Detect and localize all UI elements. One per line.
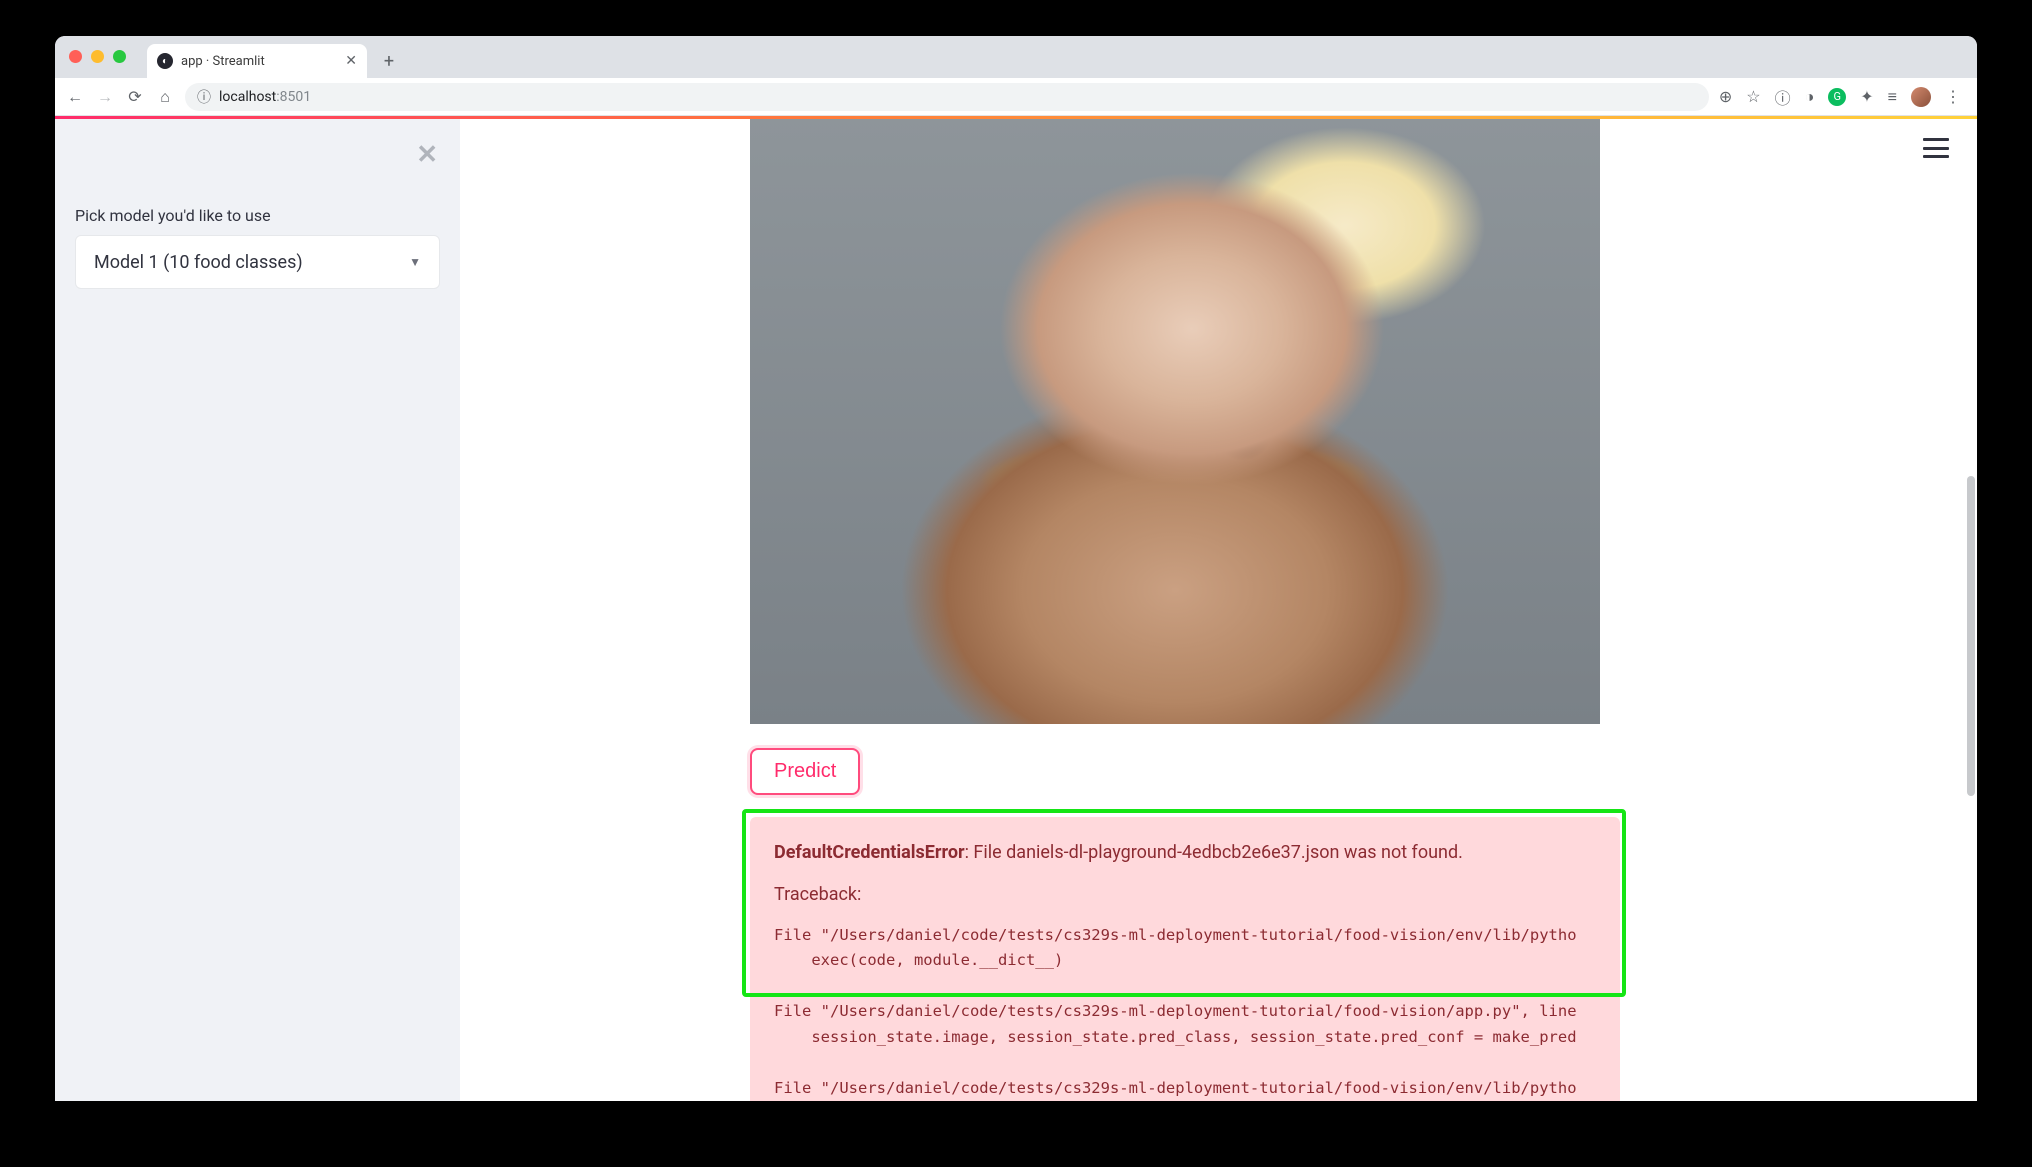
profile-avatar[interactable] — [1911, 87, 1931, 107]
browser-tab[interactable]: ◐ app · Streamlit ✕ — [147, 44, 367, 78]
browser-tabbar: ◐ app · Streamlit ✕ + — [55, 36, 1977, 78]
url-host: localhost — [219, 89, 276, 105]
streamlit-app: ✕ Pick model you'd like to use Model 1 (… — [55, 116, 1977, 1101]
window-controls — [69, 50, 126, 63]
home-button[interactable]: ⌂ — [155, 87, 175, 107]
predict-button[interactable]: Predict — [750, 748, 860, 795]
content-column: Predict DefaultCredentialsError: File da… — [750, 116, 1600, 1101]
tab-favicon-icon: ◐ — [157, 53, 173, 69]
traceback-line: exec(code, module.__dict__) — [774, 951, 1063, 969]
bookmark-icon[interactable]: ☆ — [1746, 87, 1760, 106]
zoom-icon[interactable]: ⊕ — [1719, 87, 1732, 106]
error-message: : File daniels-dl-playground-4edbcb2e6e3… — [965, 842, 1463, 863]
uploaded-image — [750, 116, 1600, 724]
streamlit-menu-icon[interactable] — [1923, 138, 1949, 158]
forward-button: → — [95, 87, 115, 107]
url-port: :8501 — [276, 89, 311, 105]
back-button[interactable]: ← — [65, 87, 85, 107]
traceback-label: Traceback: — [774, 881, 1596, 909]
traceback-block: File "/Users/daniel/code/tests/cs329s-ml… — [774, 923, 1596, 1101]
address-bar[interactable]: ⓘ localhost:8501 — [185, 83, 1709, 111]
chrome-menu-icon[interactable]: ⋮ — [1945, 87, 1961, 106]
browser-window: ◐ app · Streamlit ✕ + ← → ⟳ ⌂ ⓘ localhos… — [55, 36, 1977, 1101]
model-select-value: Model 1 (10 food classes) — [94, 252, 303, 273]
sidebar-close-icon[interactable]: ✕ — [416, 140, 438, 170]
traceback-line: File "/Users/daniel/code/tests/cs329s-ml… — [774, 926, 1577, 944]
traceback-line: File "/Users/daniel/code/tests/cs329s-ml… — [774, 1079, 1577, 1097]
toolbar-actions: ⊕ ☆ ⓘ ◑ G ✦ ≡ ⋮ — [1719, 85, 1967, 109]
traceback-line: session_state.image, session_state.pred_… — [774, 1028, 1577, 1046]
reload-button[interactable]: ⟳ — [125, 87, 145, 106]
tab-title: app · Streamlit — [181, 54, 337, 69]
traceback-line: File "/Users/daniel/code/tests/cs329s-ml… — [774, 1002, 1577, 1020]
predict-button-label: Predict — [774, 760, 836, 782]
model-select-label: Pick model you'd like to use — [75, 206, 440, 225]
new-tab-button[interactable]: + — [375, 47, 403, 75]
model-select[interactable]: Model 1 (10 food classes) ▼ — [75, 235, 440, 289]
extensions-icon[interactable]: ✦ — [1860, 87, 1873, 106]
sidebar: ✕ Pick model you'd like to use Model 1 (… — [55, 116, 460, 1101]
streamlit-progress-bar — [55, 116, 1977, 119]
chevron-down-icon: ▼ — [409, 255, 421, 269]
error-box: DefaultCredentialsError: File daniels-dl… — [750, 817, 1620, 1101]
tab-close-icon[interactable]: ✕ — [345, 53, 357, 69]
info-icon[interactable]: ⓘ — [1775, 85, 1791, 109]
pocket-icon[interactable]: ◑ — [1805, 87, 1815, 107]
grammarly-extension-icon[interactable]: G — [1828, 88, 1846, 106]
close-window-button[interactable] — [69, 50, 82, 63]
error-title-line: DefaultCredentialsError: File daniels-dl… — [774, 839, 1596, 867]
browser-toolbar: ← → ⟳ ⌂ ⓘ localhost:8501 ⊕ ☆ ⓘ ◑ G ✦ ≡ ⋮ — [55, 78, 1977, 116]
error-name: DefaultCredentialsError — [774, 842, 965, 863]
maximize-window-button[interactable] — [113, 50, 126, 63]
minimize-window-button[interactable] — [91, 50, 104, 63]
reading-list-icon[interactable]: ≡ — [1888, 87, 1897, 107]
main-panel: Predict DefaultCredentialsError: File da… — [460, 116, 1977, 1101]
site-info-icon[interactable]: ⓘ — [197, 87, 211, 107]
scrollbar-thumb[interactable] — [1967, 476, 1975, 796]
